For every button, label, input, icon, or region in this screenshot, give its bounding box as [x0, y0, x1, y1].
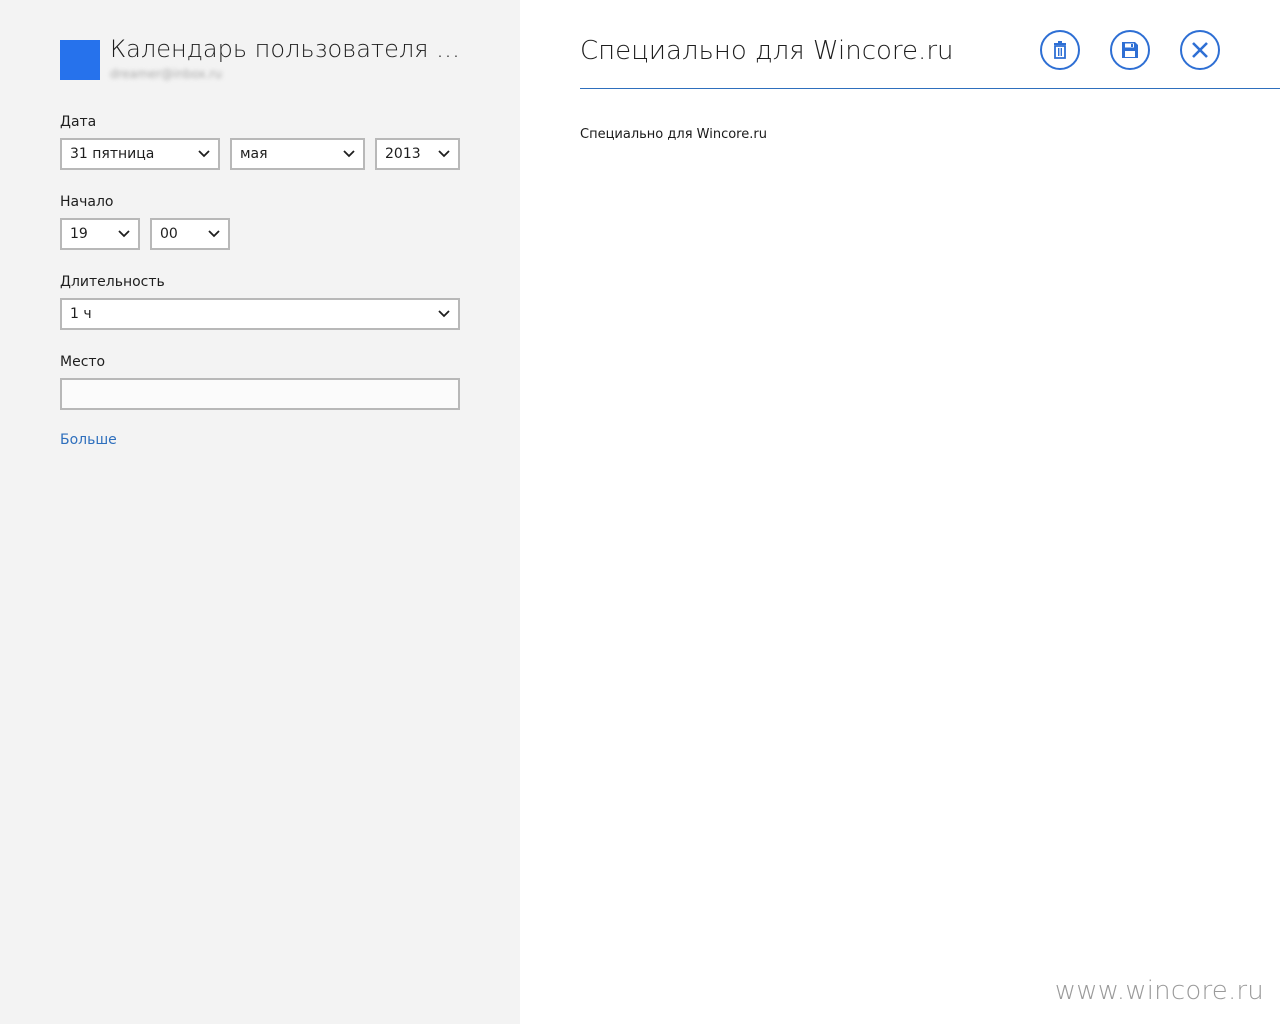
chevron-down-icon	[118, 230, 130, 238]
event-title-field[interactable]: Специально для Wincore.ru	[580, 34, 953, 68]
trash-icon	[1054, 41, 1066, 59]
calendar-account-email: dreamer@inbox.ru	[110, 67, 223, 81]
location-label: Место	[60, 354, 106, 370]
start-hour-value: 19	[70, 226, 88, 242]
more-options-link[interactable]: Больше	[60, 431, 117, 449]
calendar-event-editor: Календарь пользователя M... dreamer@inbo…	[0, 0, 1280, 1024]
month-select[interactable]: мая	[230, 138, 365, 170]
day-select[interactable]: 31 пятница	[60, 138, 220, 170]
day-select-value: 31 пятница	[70, 146, 155, 162]
close-icon	[1192, 42, 1208, 58]
chevron-down-icon	[438, 150, 450, 158]
event-content-pane: Специально для Wincore.ru Специально для…	[520, 0, 1280, 1024]
delete-button[interactable]	[1040, 30, 1080, 70]
save-icon	[1122, 42, 1138, 58]
calendar-color-swatch	[60, 40, 100, 80]
chevron-down-icon	[438, 310, 450, 318]
event-description-field[interactable]: Специально для Wincore.ru	[580, 126, 767, 144]
date-label: Дата	[60, 114, 97, 130]
duration-select[interactable]: 1 ч	[60, 298, 460, 330]
chevron-down-icon	[343, 150, 355, 158]
duration-label: Длительность	[60, 274, 165, 290]
calendar-name[interactable]: Календарь пользователя M...	[110, 32, 470, 66]
year-select[interactable]: 2013	[375, 138, 460, 170]
title-divider	[580, 88, 1280, 89]
save-button[interactable]	[1110, 30, 1150, 70]
site-watermark: www.wincore.ru	[1054, 976, 1264, 1006]
start-minute-select[interactable]: 00	[150, 218, 230, 250]
chevron-down-icon	[208, 230, 220, 238]
start-label: Начало	[60, 194, 114, 210]
year-select-value: 2013	[385, 146, 421, 162]
location-input[interactable]	[60, 378, 460, 410]
duration-value: 1 ч	[70, 306, 92, 322]
start-hour-select[interactable]: 19	[60, 218, 140, 250]
event-details-pane: Календарь пользователя M... dreamer@inbo…	[0, 0, 520, 1024]
month-select-value: мая	[240, 146, 268, 162]
close-button[interactable]	[1180, 30, 1220, 70]
chevron-down-icon	[198, 150, 210, 158]
start-minute-value: 00	[160, 226, 178, 242]
